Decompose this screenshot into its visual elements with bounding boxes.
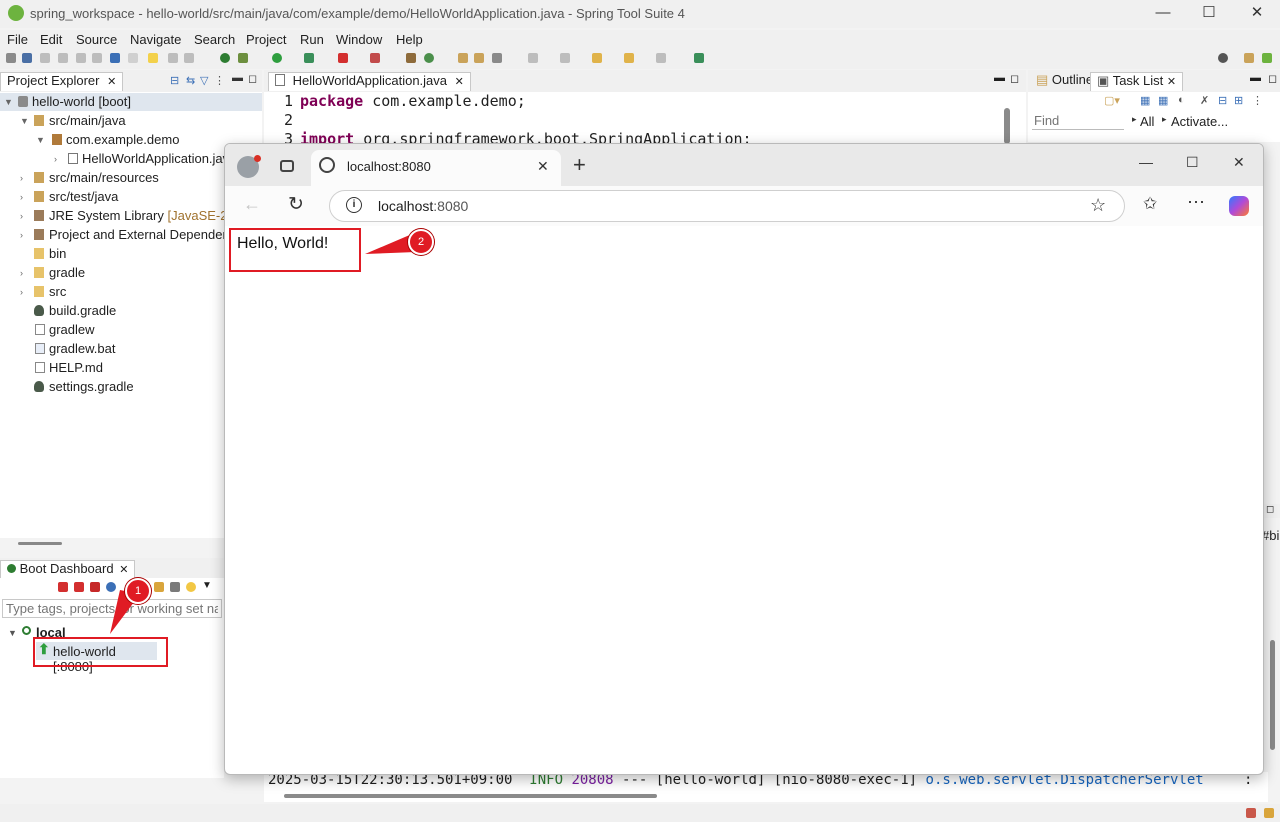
annotation-badge-1: 1	[125, 578, 151, 604]
annotation-arrows	[110, 234, 416, 634]
annotation-badge-2: 2	[408, 229, 434, 255]
